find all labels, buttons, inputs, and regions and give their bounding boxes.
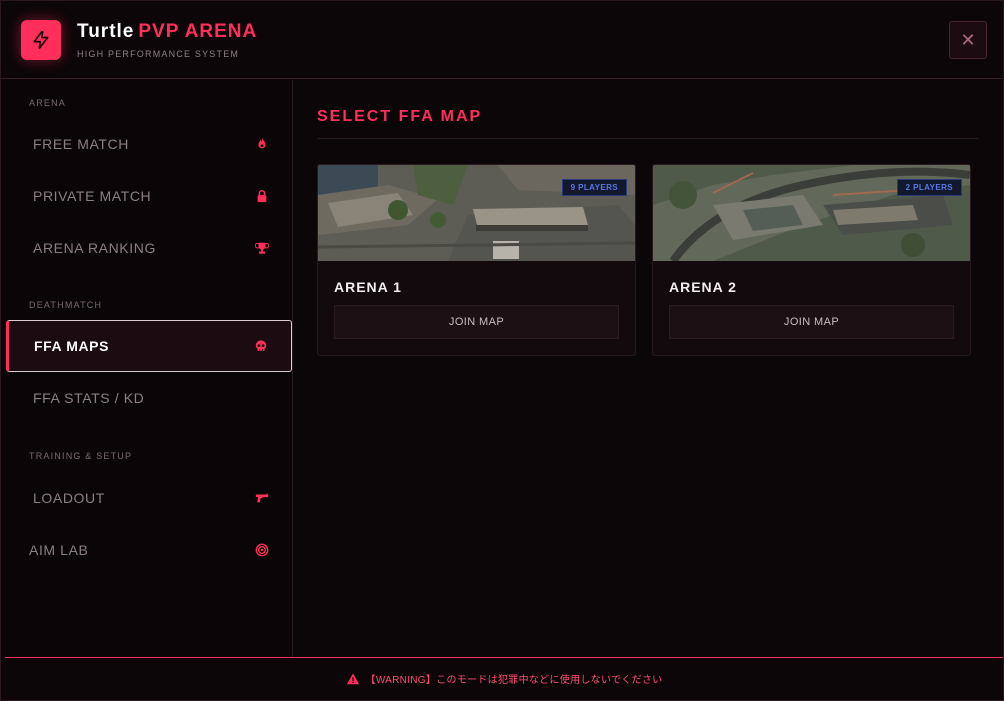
sidebar: ARENA FREE MATCH PRIVATE MATCH ARENA RAN… [1, 80, 293, 657]
sidebar-item-ffa-stats[interactable]: FFA STATS / KD [6, 372, 292, 424]
gun-icon [254, 490, 270, 506]
map-thumbnail-image: 9 PLAYERS [318, 165, 635, 261]
app-window: Turtle PVP ARENA HIGH PERFORMANCE SYSTEM … [0, 0, 1004, 701]
sidebar-item-loadout[interactable]: LOADOUT [6, 472, 292, 524]
sidebar-item-label: AIM LAB [29, 542, 89, 558]
sidebar-item-arena-ranking[interactable]: ARENA RANKING [6, 222, 292, 274]
lightning-icon [21, 20, 61, 60]
page-title: SELECT FFA MAP [317, 108, 483, 125]
main-content: SELECT FFA MAP 9 PLAYERS ARENA 1 JOIN MA… [293, 80, 1003, 657]
warning-footer: 【WARNING】このモードは犯罪中などに使用しないでください [5, 657, 1003, 699]
map-name: ARENA 2 [669, 279, 737, 295]
sidebar-item-ffa-maps[interactable]: FFA MAPS [6, 320, 292, 372]
app-title-main: Turtle [77, 21, 135, 42]
warning-text: 【WARNING】このモードは犯罪中などに使用しないでください [365, 675, 663, 686]
fire-icon [254, 136, 270, 152]
skull-icon [253, 338, 269, 354]
join-map-button[interactable]: JOIN MAP [334, 305, 619, 339]
sidebar-item-free-match[interactable]: FREE MATCH [6, 118, 292, 170]
map-card-arena-1[interactable]: 9 PLAYERS ARENA 1 JOIN MAP [317, 164, 636, 356]
trophy-icon [254, 240, 270, 256]
sidebar-item-label: FFA STATS / KD [33, 390, 145, 406]
close-button[interactable]: ✕ [949, 21, 987, 59]
warning-icon [346, 672, 360, 686]
header: Turtle PVP ARENA HIGH PERFORMANCE SYSTEM … [1, 1, 1003, 79]
sidebar-item-label: ARENA RANKING [33, 240, 156, 256]
sidebar-item-label: PRIVATE MATCH [33, 188, 152, 204]
section-label-deathmatch: DEATHMATCH [29, 300, 103, 310]
map-name: ARENA 1 [334, 279, 402, 295]
app-title-accent: PVP ARENA [138, 21, 258, 42]
section-label-training: TRAINING & SETUP [29, 451, 133, 461]
section-label-arena: ARENA [29, 98, 67, 108]
divider [317, 138, 979, 139]
app-subtitle: HIGH PERFORMANCE SYSTEM [77, 49, 240, 59]
join-map-button[interactable]: JOIN MAP [669, 305, 954, 339]
target-icon [254, 542, 270, 558]
player-count-badge: 2 PLAYERS [896, 179, 962, 196]
sidebar-item-aim-lab[interactable]: AIM LAB [6, 524, 292, 576]
app-title: Turtle PVP ARENA [77, 21, 257, 43]
close-icon: ✕ [960, 29, 976, 50]
sidebar-item-label: FFA MAPS [34, 338, 110, 354]
lock-icon [254, 188, 270, 204]
map-card-arena-2[interactable]: 2 PLAYERS ARENA 2 JOIN MAP [652, 164, 971, 356]
sidebar-item-label: LOADOUT [33, 490, 105, 506]
sidebar-item-private-match[interactable]: PRIVATE MATCH [6, 170, 292, 222]
map-thumbnail-image: 2 PLAYERS [653, 165, 970, 261]
sidebar-item-label: FREE MATCH [33, 136, 129, 152]
player-count-badge: 9 PLAYERS [561, 179, 627, 196]
